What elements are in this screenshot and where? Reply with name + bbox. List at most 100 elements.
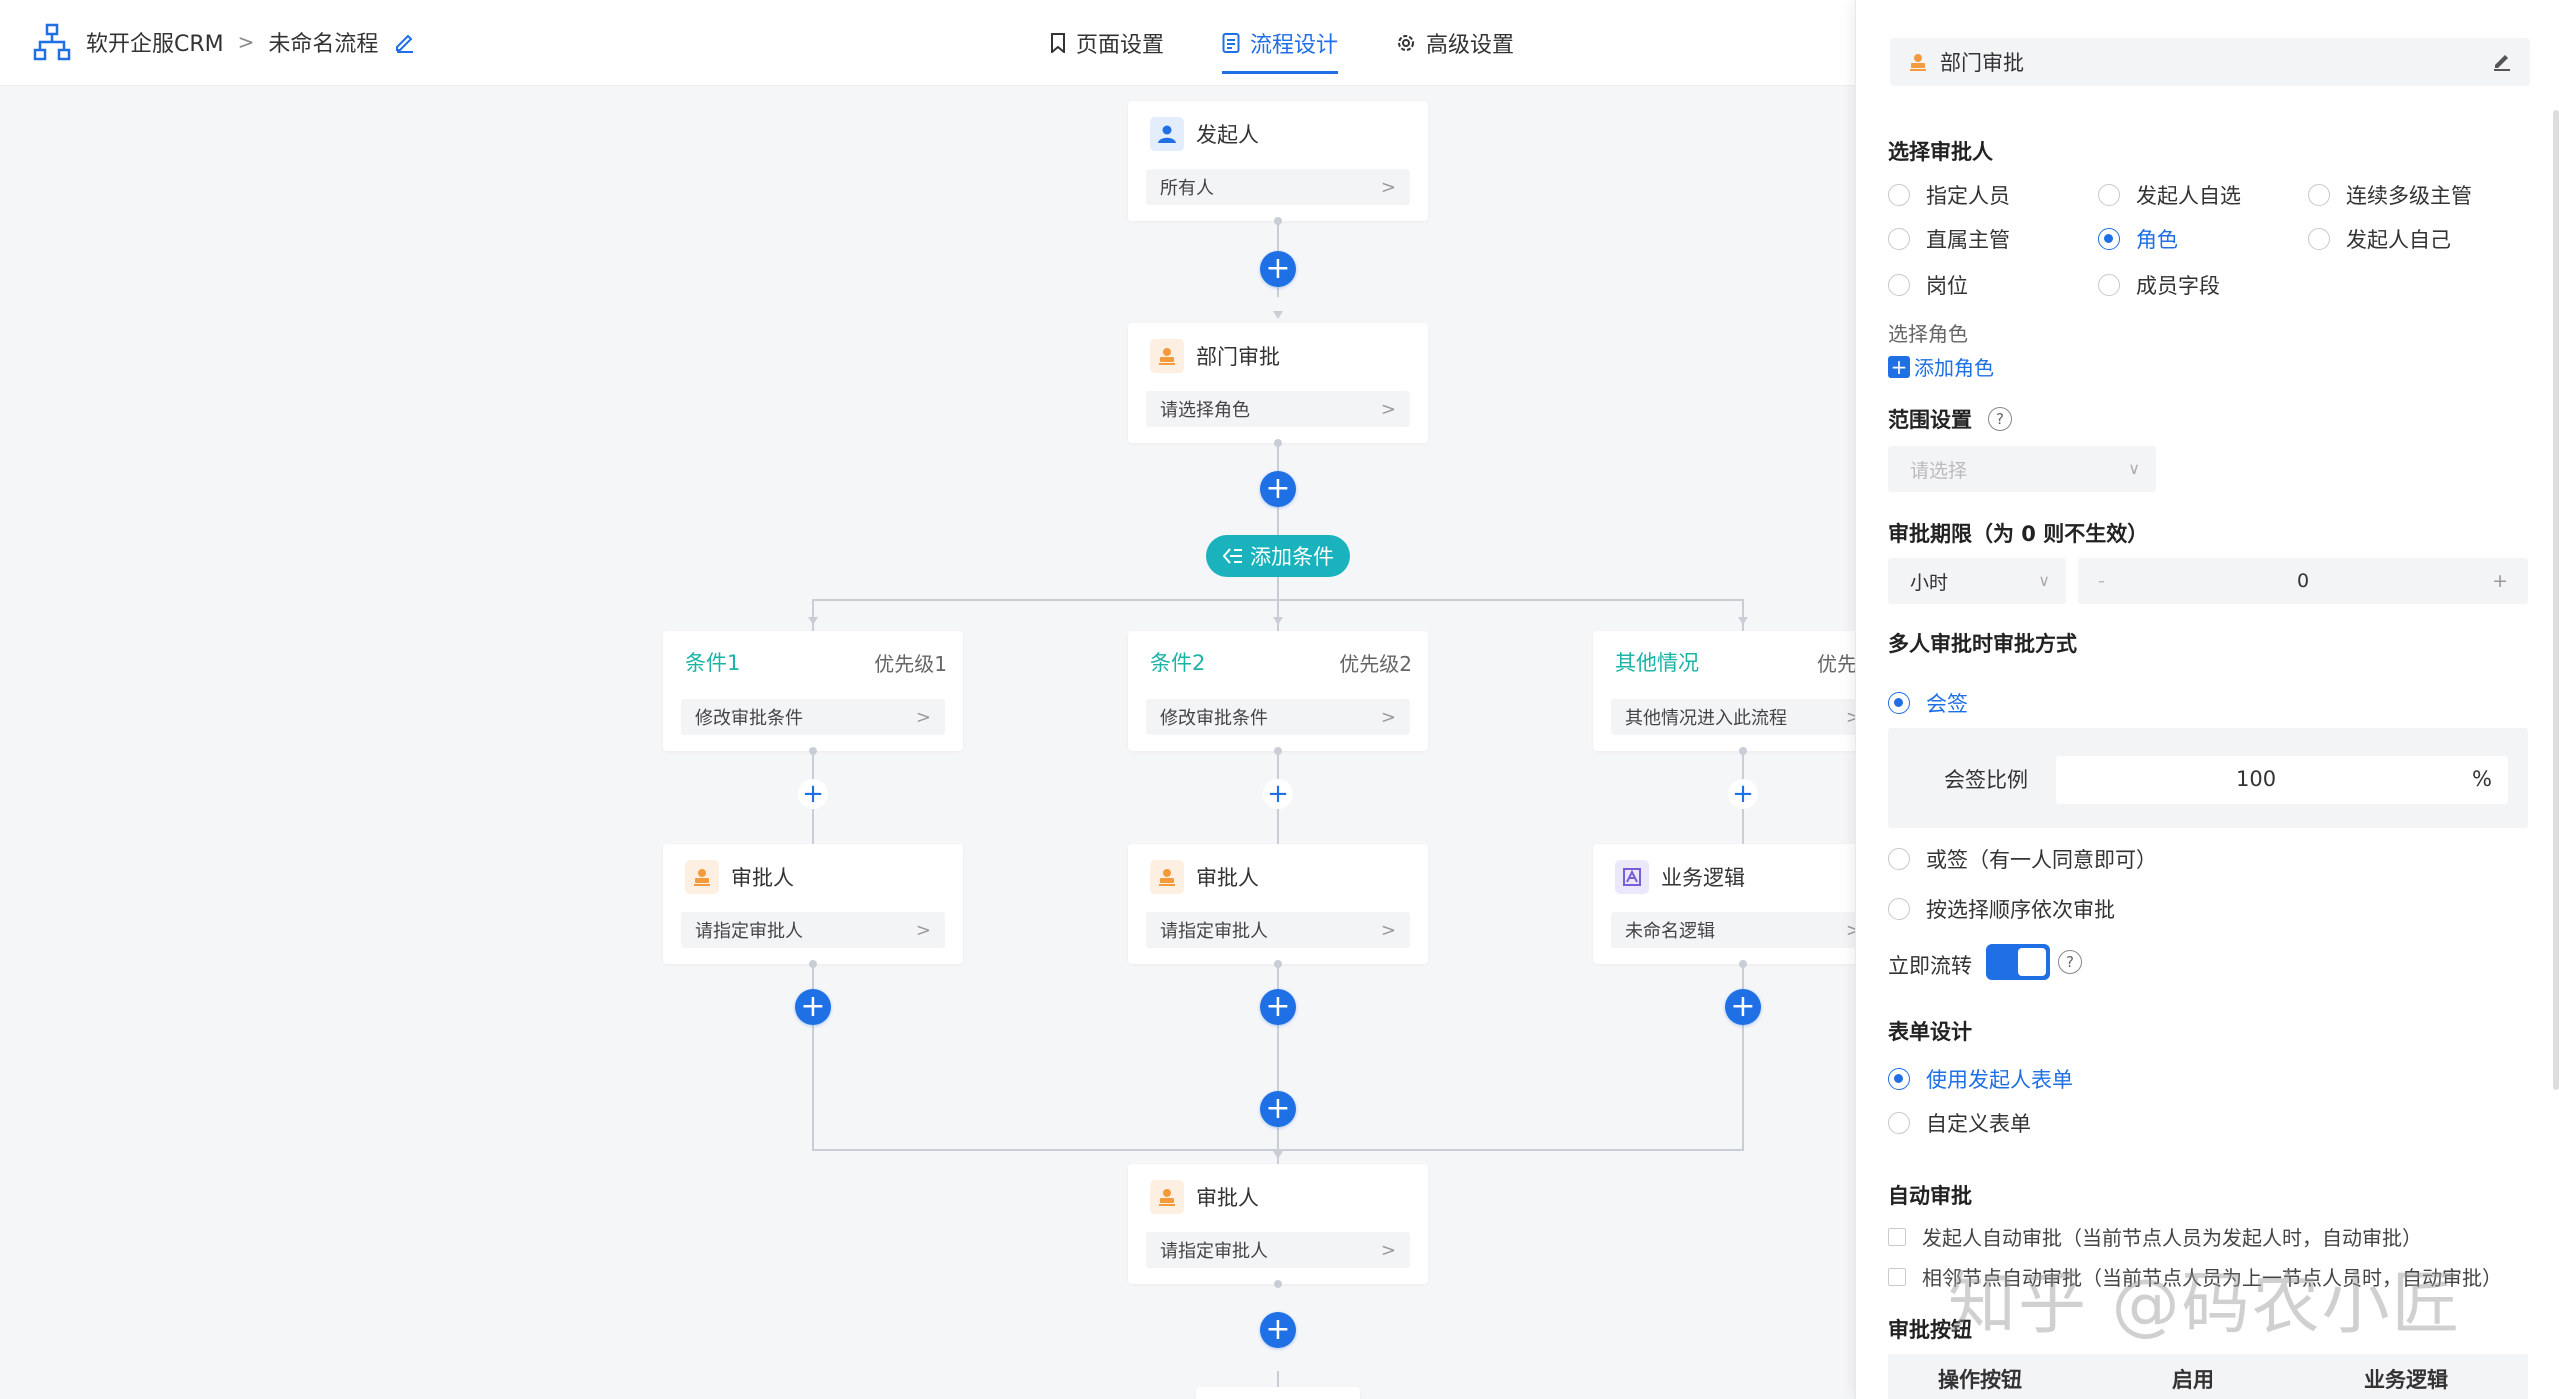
dept-approval-node[interactable]: 部门审批 请选择角色 > bbox=[1128, 323, 1428, 443]
add-node-button[interactable]: + bbox=[1725, 989, 1761, 1025]
add-node-button[interactable]: + bbox=[1260, 251, 1296, 287]
checkbox-initiator-auto[interactable]: 发起人自动审批（当前节点人员为发起人时，自动审批） bbox=[1888, 1222, 2422, 1251]
radio-label: 发起人自选 bbox=[2136, 184, 2241, 208]
radio-role[interactable]: 角色 bbox=[2098, 224, 2178, 254]
node-value-text: 所有人 bbox=[1160, 178, 1214, 199]
radio-member-field[interactable]: 成员字段 bbox=[2098, 270, 2220, 300]
chevron-down-icon: ∨ bbox=[2128, 459, 2140, 478]
node-value[interactable]: 请指定审批人 > bbox=[1146, 1232, 1410, 1268]
business-logic-node[interactable]: 业务逻辑 未命名逻辑 > bbox=[1593, 844, 1855, 964]
node-header: 审批人 bbox=[1150, 1180, 1259, 1214]
node-title: 发起人 bbox=[1196, 123, 1259, 147]
add-node-button[interactable]: + bbox=[1260, 989, 1296, 1025]
panel-title-bar[interactable]: 部门审批 bbox=[1890, 38, 2530, 86]
node-header: 发起人 bbox=[1150, 117, 1259, 151]
radio-label: 发起人自己 bbox=[2346, 228, 2451, 252]
node-value[interactable]: 请指定审批人 > bbox=[1146, 912, 1410, 948]
node-value[interactable]: 修改审批条件 > bbox=[681, 699, 945, 735]
condition-node-2[interactable]: 条件2 优先级2 修改审批条件 > bbox=[1128, 631, 1428, 751]
edit-pencil-icon[interactable] bbox=[2492, 51, 2512, 71]
add-node-button[interactable]: + bbox=[1263, 779, 1293, 809]
condition-priority: 优先级1 bbox=[874, 651, 947, 676]
node-value[interactable]: 所有人 > bbox=[1146, 169, 1410, 205]
node-value[interactable]: 修改审批条件 > bbox=[1146, 699, 1410, 735]
scope-select[interactable]: 请选择 ∨ bbox=[1888, 446, 2156, 492]
user-icon bbox=[1150, 117, 1184, 151]
gear-icon bbox=[1398, 35, 1415, 51]
tab-advanced-settings[interactable]: 高级设置 bbox=[1396, 0, 1514, 86]
add-role-label: 添加角色 bbox=[1914, 356, 1994, 380]
add-node-button[interactable]: + bbox=[1260, 1091, 1296, 1127]
section-title: 范围设置? bbox=[1888, 404, 2012, 434]
app-name[interactable]: 软开企服CRM bbox=[86, 26, 224, 58]
tab-label: 流程设计 bbox=[1250, 33, 1339, 58]
initiator-node[interactable]: 发起人 所有人 > bbox=[1128, 101, 1428, 221]
condition-priority: 优先级 bbox=[1817, 651, 1855, 676]
add-node-button[interactable]: + bbox=[795, 989, 831, 1025]
stamp-icon bbox=[685, 860, 719, 894]
minus-button[interactable]: - bbox=[2098, 570, 2105, 592]
radio-label: 使用发起人表单 bbox=[1926, 1068, 2073, 1092]
buttons-table-header: 操作按钮 启用 业务逻辑 bbox=[1888, 1354, 2528, 1399]
deadline-unit: 小时 bbox=[1910, 571, 1949, 594]
section-title: 多人审批时审批方式 bbox=[1888, 632, 2077, 656]
add-node-button[interactable]: + bbox=[1260, 1312, 1296, 1348]
deadline-unit-select[interactable]: 小时 ∨ bbox=[1888, 558, 2066, 604]
tab-page-settings[interactable]: 页面设置 bbox=[1050, 0, 1164, 86]
chevron-right-icon: > bbox=[1845, 920, 1855, 941]
flow-canvas[interactable]: 发起人 所有人 > + 部门审批 请选择角色 > + 添加条件 条件1 优先级1 修改… bbox=[0, 87, 1855, 1399]
radio-direct-manager[interactable]: 直属主管 bbox=[1888, 224, 2010, 254]
panel-scrollbar[interactable] bbox=[2553, 110, 2559, 1090]
ratio-input[interactable]: 100 % bbox=[2056, 756, 2508, 804]
radio-custom-form[interactable]: 自定义表单 bbox=[1888, 1108, 2031, 1138]
panel-title: 部门审批 bbox=[1940, 51, 2024, 75]
radio-label: 会签 bbox=[1926, 692, 1968, 716]
branch-approver-node-2[interactable]: 审批人 请指定审批人 > bbox=[1128, 844, 1428, 964]
edit-pencil-icon[interactable] bbox=[394, 31, 416, 53]
radio-position[interactable]: 岗位 bbox=[1888, 270, 1968, 300]
column-header: 业务逻辑 bbox=[2364, 1368, 2448, 1392]
radio-label: 连续多级主管 bbox=[2346, 184, 2472, 208]
radio-initiator-select[interactable]: 发起人自选 bbox=[2098, 180, 2241, 210]
radio-designated-person[interactable]: 指定人员 bbox=[1888, 180, 2010, 210]
condition-node-1[interactable]: 条件1 优先级1 修改审批条件 > bbox=[663, 631, 963, 751]
final-approver-node[interactable]: 审批人 请指定审批人 > bbox=[1128, 1164, 1428, 1284]
node-value-text: 其他情况进入此流程 bbox=[1625, 708, 1787, 729]
add-node-button[interactable]: + bbox=[798, 779, 828, 809]
connector-dot bbox=[1274, 439, 1282, 447]
arrow-down-icon bbox=[1273, 617, 1283, 625]
plus-button[interactable]: + bbox=[2492, 570, 2508, 592]
node-value[interactable]: 未命名逻辑 > bbox=[1611, 912, 1855, 948]
condition-title: 条件1 bbox=[685, 651, 741, 675]
radio-or-sign[interactable]: 或签（有一人同意即可） bbox=[1888, 844, 2157, 874]
radio-initiator-self[interactable]: 发起人自己 bbox=[2308, 224, 2451, 254]
tab-flow-design[interactable]: 流程设计 bbox=[1222, 0, 1339, 86]
branch-approver-node-1[interactable]: 审批人 请指定审批人 > bbox=[663, 844, 963, 964]
arrow-down-icon bbox=[1273, 1151, 1283, 1159]
chevron-down-icon: ∨ bbox=[2038, 571, 2050, 590]
radio-multi-level[interactable]: 连续多级主管 bbox=[2308, 180, 2472, 210]
deadline-stepper[interactable]: - 0 + bbox=[2078, 558, 2528, 604]
node-title: 业务逻辑 bbox=[1661, 866, 1745, 890]
tab-label: 页面设置 bbox=[1076, 33, 1165, 58]
radio-countersign[interactable]: 会签 bbox=[1888, 688, 1968, 718]
org-chart-icon bbox=[33, 23, 71, 61]
node-value[interactable]: 其他情况进入此流程 > bbox=[1611, 699, 1855, 735]
add-node-button[interactable]: + bbox=[1728, 779, 1758, 809]
chevron-right-icon: > bbox=[1845, 707, 1855, 728]
branch-icon bbox=[1222, 548, 1242, 564]
radio-label: 自定义表单 bbox=[1926, 1112, 2031, 1136]
help-icon[interactable]: ? bbox=[2058, 950, 2082, 974]
condition-node-other[interactable]: 其他情况 优先级 其他情况进入此流程 > bbox=[1593, 631, 1855, 751]
node-value[interactable]: 请选择角色 > bbox=[1146, 391, 1410, 427]
add-role-button[interactable]: + 添加角色 bbox=[1888, 352, 1994, 381]
section-title: 选择审批人 bbox=[1888, 140, 1993, 164]
immediate-toggle[interactable] bbox=[1986, 944, 2050, 980]
radio-sequential[interactable]: 按选择顺序依次审批 bbox=[1888, 894, 2115, 924]
node-value[interactable]: 请指定审批人 > bbox=[681, 912, 945, 948]
radio-initiator-form[interactable]: 使用发起人表单 bbox=[1888, 1064, 2073, 1094]
connector-dot bbox=[1274, 747, 1282, 755]
help-icon[interactable]: ? bbox=[1988, 407, 2012, 431]
add-condition-button[interactable]: 添加条件 bbox=[1206, 535, 1350, 577]
add-node-button[interactable]: + bbox=[1260, 471, 1296, 507]
